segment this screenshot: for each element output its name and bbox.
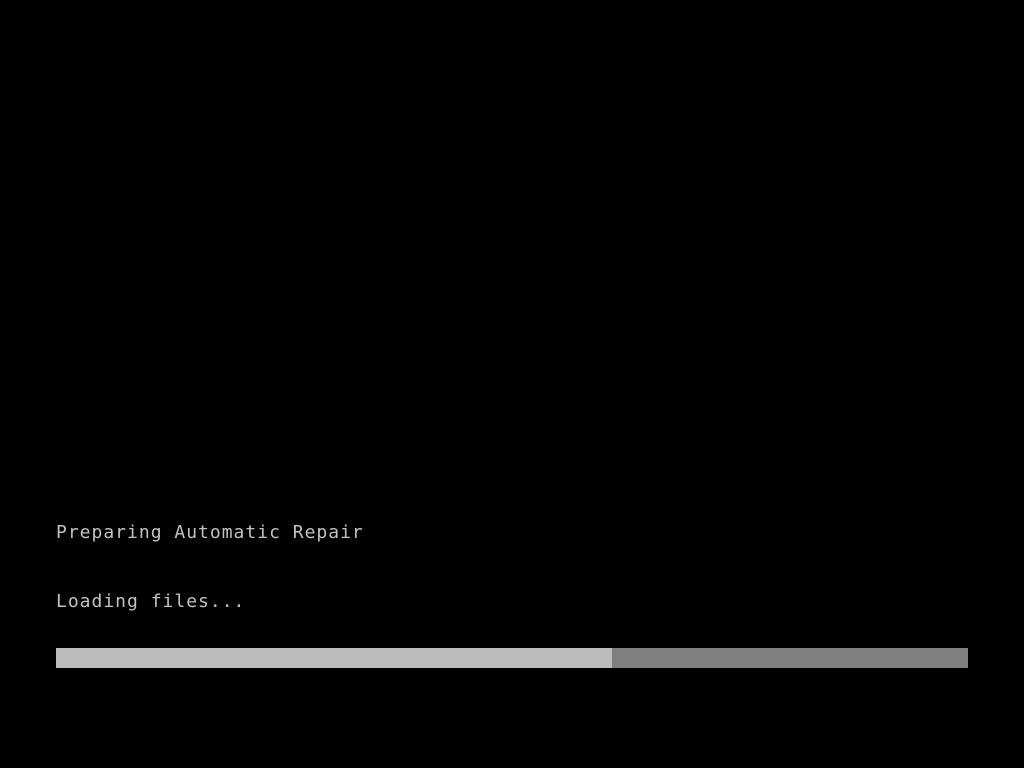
loading-label: Loading files... [56,591,968,612]
repair-title: Preparing Automatic Repair [56,522,968,543]
progress-bar-fill [56,648,612,668]
progress-bar [56,648,968,668]
boot-screen-content: Preparing Automatic Repair Loading files… [56,522,968,668]
